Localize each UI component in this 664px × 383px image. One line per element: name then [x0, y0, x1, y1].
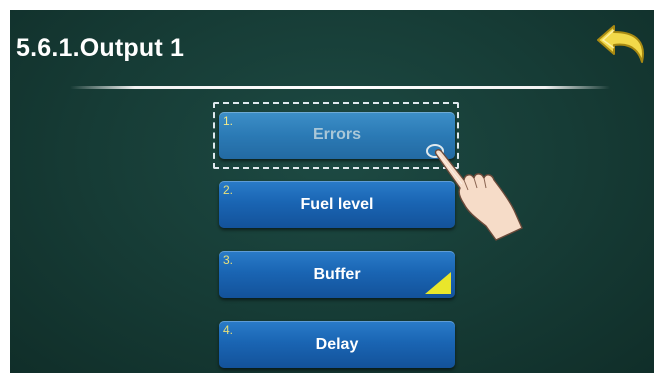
screen: 5.6.1.Output 1 1. Errors 2. Fuel level 3…	[10, 10, 654, 373]
menu-item-label: Buffer	[313, 266, 361, 283]
menu-item-buffer[interactable]: 3. Buffer	[219, 251, 455, 298]
selection-outline	[213, 102, 459, 169]
page-title: 5.6.1.Output 1	[16, 34, 185, 62]
back-button[interactable]	[594, 20, 650, 70]
menu-item-label: Fuel level	[300, 196, 374, 213]
menu-item-number: 2.	[223, 183, 234, 197]
menu-item-fuel-level[interactable]: 2. Fuel level	[219, 181, 455, 228]
corner-marker-icon	[425, 272, 451, 294]
menu-item-number: 3.	[223, 253, 234, 267]
menu-item-delay[interactable]: 4. Delay	[219, 321, 455, 368]
title-divider	[70, 86, 610, 89]
menu-item-label: Delay	[315, 336, 359, 353]
menu-item-number: 4.	[223, 323, 234, 337]
back-arrow-icon	[597, 25, 644, 63]
